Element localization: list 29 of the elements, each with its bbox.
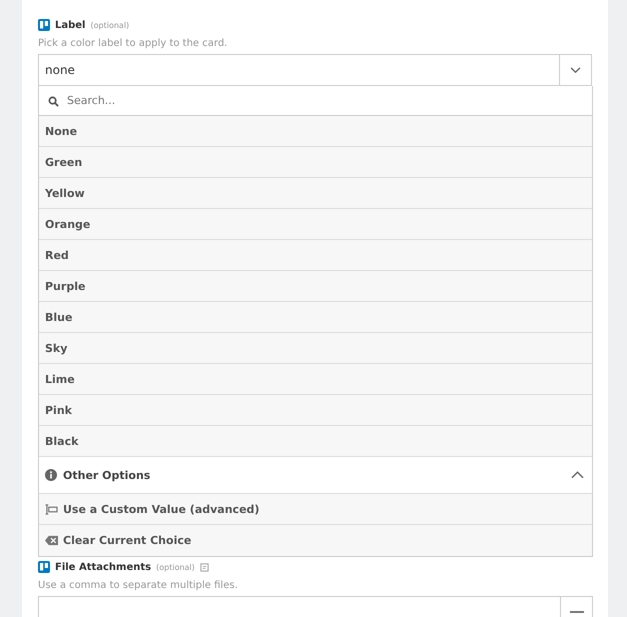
other-options-header[interactable]: Other Options bbox=[39, 457, 592, 494]
dropdown-option[interactable]: Lime bbox=[39, 364, 592, 395]
dropdown-action[interactable]: Clear Current Choice bbox=[39, 525, 592, 556]
text-field-icon bbox=[45, 504, 58, 514]
dropdown-option[interactable]: Orange bbox=[39, 209, 592, 240]
chevron-down-icon bbox=[570, 66, 581, 74]
optional-note: (optional) bbox=[90, 20, 130, 30]
dropdown-option[interactable]: Purple bbox=[39, 271, 592, 302]
backspace-icon bbox=[45, 535, 58, 546]
dropdown-option[interactable]: Pink bbox=[39, 395, 592, 426]
field-description: Use a comma to separate multiple files. bbox=[38, 580, 239, 593]
field-label: File Attachments bbox=[55, 562, 152, 572]
dropdown-option[interactable]: Sky bbox=[39, 333, 592, 364]
dropdown-option[interactable]: Yellow bbox=[39, 178, 592, 209]
board-icon bbox=[38, 561, 50, 573]
minus-icon bbox=[570, 611, 584, 613]
dropdown-option[interactable]: Blue bbox=[39, 302, 592, 333]
note-icon bbox=[200, 562, 209, 572]
dropdown-option[interactable]: Green bbox=[39, 147, 592, 178]
field-description: Pick a color label to apply to the card. bbox=[38, 38, 228, 51]
optional-note: (optional) bbox=[156, 562, 195, 572]
dropdown-option[interactable]: Red bbox=[39, 240, 592, 271]
field-label: Label bbox=[55, 20, 86, 30]
dropdown-option[interactable]: None bbox=[39, 116, 592, 147]
board-icon bbox=[38, 19, 50, 31]
info-icon bbox=[45, 469, 57, 481]
dropdown-action[interactable]: Use a Custom Value (advanced) bbox=[39, 494, 592, 525]
select-field[interactable]: none bbox=[38, 54, 592, 86]
search-field[interactable]: Search... bbox=[39, 86, 592, 116]
